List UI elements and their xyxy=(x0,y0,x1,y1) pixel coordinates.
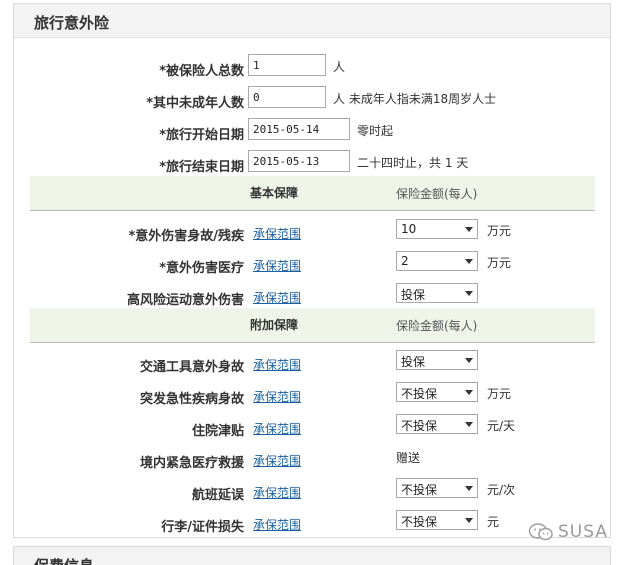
coverage-label: 交通工具意外身故 xyxy=(139,360,244,375)
minors-unit: 人 未成年人指未满18周岁人士 xyxy=(333,92,497,106)
insured-total-label: *被保险人总数 xyxy=(159,64,244,79)
amount-unit: 元/天 xyxy=(487,419,516,433)
coverage-scope-link[interactable]: 承保范围 xyxy=(253,356,301,373)
coverage-scope-link[interactable]: 承保范围 xyxy=(253,420,301,437)
coverage-label: *意外伤害身故/残疾 xyxy=(128,229,244,244)
additional-divider xyxy=(30,342,595,343)
coverage-amount-select[interactable]: 2 xyxy=(396,251,478,271)
amount-unit: 万元 xyxy=(487,387,512,401)
amount-unit: 万元 xyxy=(487,224,512,238)
coverage-label: 住院津贴 xyxy=(191,424,244,439)
amount-unit: 元/次 xyxy=(487,483,516,497)
chevron-down-icon xyxy=(465,358,473,363)
coverage-amount-select[interactable]: 投保 xyxy=(396,283,478,303)
selected-value: 不投保 xyxy=(401,483,438,497)
coverage-scope-link[interactable]: 承保范围 xyxy=(253,225,301,242)
additional-row-hospital-allowance: 住院津贴 承保范围 不投保 元/天 xyxy=(0,414,624,446)
end-date-unit: 二十四时止，共 1 天 xyxy=(357,156,469,170)
coverage-scope-link[interactable]: 承保范围 xyxy=(253,257,301,274)
start-date-label: *旅行开始日期 xyxy=(159,128,244,143)
amount-unit: 元 xyxy=(487,515,500,529)
selected-value: 2 xyxy=(401,254,409,268)
watermark-text: SUSA xyxy=(558,522,608,542)
coverage-scope-link[interactable]: 承保范围 xyxy=(253,289,301,306)
coverage-label: 行李/证件损失 xyxy=(161,520,244,535)
start-date-row: *旅行开始日期 零时起 xyxy=(0,118,624,150)
additional-row-flight-delay: 航班延误 承保范围 不投保 元/次 xyxy=(0,478,624,510)
coverage-amount-select[interactable]: 10 xyxy=(396,219,478,239)
basic-coverage-header: 基本保障 保险金额(每人) xyxy=(30,176,595,210)
chevron-down-icon xyxy=(465,259,473,264)
minors-input[interactable] xyxy=(248,86,326,108)
coverage-amount-select[interactable]: 不投保 xyxy=(396,382,478,402)
additional-row-acute-illness: 突发急性疾病身故 承保范围 不投保 万元 xyxy=(0,382,624,414)
coverage-scope-link[interactable]: 承保范围 xyxy=(253,388,301,405)
chevron-down-icon xyxy=(465,227,473,232)
additional-coverage-title: 附加保障 xyxy=(250,318,299,332)
additional-coverage-header: 附加保障 保险金额(每人) xyxy=(30,308,595,342)
gift-text: 赠送 xyxy=(396,451,421,465)
basic-amount-header: 保险金额(每人) xyxy=(396,187,478,201)
start-date-unit: 零时起 xyxy=(357,124,394,138)
coverage-amount-select[interactable]: 不投保 xyxy=(396,478,478,498)
coverage-amount-select[interactable]: 不投保 xyxy=(396,414,478,434)
coverage-label: 航班延误 xyxy=(191,488,244,503)
basic-row-accident-death: *意外伤害身故/残疾 承保范围 10 万元 xyxy=(0,219,624,251)
chevron-down-icon xyxy=(465,486,473,491)
selected-value: 不投保 xyxy=(401,419,438,433)
panel-title: 旅行意外险 xyxy=(34,14,110,32)
minors-label: *其中未成年人数 xyxy=(146,96,244,111)
coverage-scope-link[interactable]: 承保范围 xyxy=(253,484,301,501)
chevron-down-icon xyxy=(465,291,473,296)
wechat-icon xyxy=(528,523,553,541)
insured-total-unit: 人 xyxy=(333,60,346,74)
coverage-label: 突发急性疾病身故 xyxy=(139,392,244,407)
insured-total-input[interactable] xyxy=(248,54,326,76)
insured-total-row: *被保险人总数 人 xyxy=(0,54,624,86)
selected-value: 投保 xyxy=(401,288,426,302)
minors-row: *其中未成年人数 人 未成年人指未满18周岁人士 xyxy=(0,86,624,118)
coverage-scope-link[interactable]: 承保范围 xyxy=(253,516,301,533)
additional-amount-header: 保险金额(每人) xyxy=(396,319,478,333)
coverage-label: 高风险运动意外伤害 xyxy=(126,293,244,308)
chevron-down-icon xyxy=(465,518,473,523)
amount-unit: 万元 xyxy=(487,256,512,270)
coverage-amount-select[interactable]: 投保 xyxy=(396,350,478,370)
chevron-down-icon xyxy=(465,422,473,427)
selected-value: 投保 xyxy=(401,355,426,369)
coverage-label: *意外伤害医疗 xyxy=(159,261,244,276)
selected-value: 不投保 xyxy=(401,515,438,529)
additional-row-transport-death: 交通工具意外身故 承保范围 投保 xyxy=(0,350,624,382)
selected-value: 不投保 xyxy=(401,387,438,401)
start-date-input[interactable] xyxy=(248,118,350,140)
end-date-input[interactable] xyxy=(248,150,350,172)
watermark: SUSA xyxy=(528,520,608,546)
additional-row-emergency-rescue: 境内紧急医疗救援 承保范围 赠送 xyxy=(0,446,624,478)
chevron-down-icon xyxy=(465,390,473,395)
basic-divider xyxy=(30,210,595,211)
basic-row-accident-medical: *意外伤害医疗 承保范围 2 万元 xyxy=(0,251,624,283)
end-date-label: *旅行结束日期 xyxy=(159,160,244,175)
basic-coverage-title: 基本保障 xyxy=(250,186,299,200)
coverage-label: 境内紧急医疗救援 xyxy=(139,456,244,471)
coverage-amount-select[interactable]: 不投保 xyxy=(396,510,478,530)
coverage-scope-link[interactable]: 承保范围 xyxy=(253,452,301,469)
selected-value: 10 xyxy=(401,222,417,236)
panel-header: 旅行意外险 xyxy=(14,4,610,38)
premium-info-panel: 保费信息 xyxy=(13,546,611,565)
premium-info-title: 保费信息 xyxy=(34,555,94,565)
